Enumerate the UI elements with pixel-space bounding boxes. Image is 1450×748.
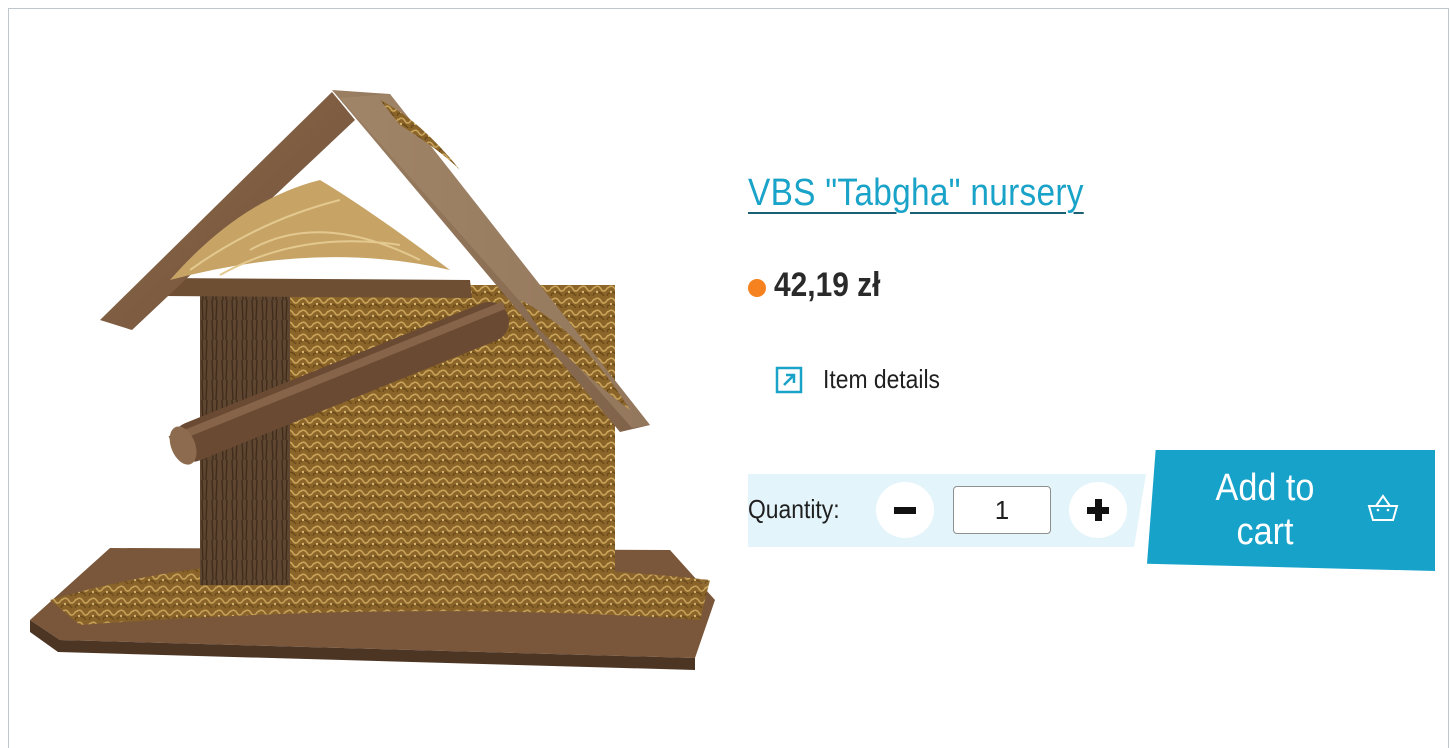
price-row: 42,19 zł xyxy=(748,266,895,305)
availability-indicator xyxy=(748,278,766,297)
quantity-input[interactable] xyxy=(953,486,1051,534)
product-image[interactable] xyxy=(20,80,720,670)
basket-icon[interactable] xyxy=(1365,490,1401,526)
quantity-decrement-button[interactable] xyxy=(876,482,934,538)
item-details-link[interactable]: Item details xyxy=(775,364,956,395)
quantity-increment-button[interactable] xyxy=(1069,482,1127,538)
external-link-arrow-icon xyxy=(775,366,803,393)
item-details-label: Item details xyxy=(823,364,940,394)
add-to-cart-label[interactable]: Add to cart xyxy=(1198,466,1333,554)
product-price: 42,19 zł xyxy=(774,266,881,304)
quantity-label: Quantity: xyxy=(748,494,840,524)
product-title[interactable]: VBS "Tabgha" nursery xyxy=(748,172,1084,215)
